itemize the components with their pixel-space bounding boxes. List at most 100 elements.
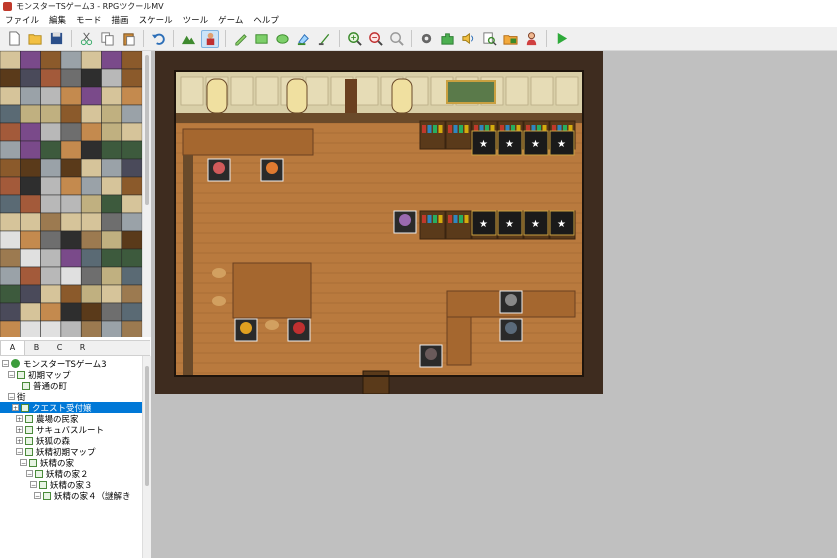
tileset-tile xyxy=(80,248,102,268)
tree-item-selected[interactable]: + クエスト受付嬢 xyxy=(0,402,142,414)
collapse-icon[interactable]: − xyxy=(30,481,37,489)
tree-item-map[interactable]: − 妖精の家２ xyxy=(0,468,142,480)
tree-item-project[interactable]: − モンスターTSゲーム3 xyxy=(0,358,142,370)
tree-scroll-thumb[interactable] xyxy=(145,366,149,486)
map-tiles[interactable]: ★ ★ ★ ★ ★ ★ ★ ★ xyxy=(155,51,603,395)
menu-edit[interactable]: 編集 xyxy=(44,14,71,26)
sound-icon[interactable] xyxy=(460,30,477,47)
tileset-tile xyxy=(0,212,21,232)
expand-icon[interactable]: + xyxy=(16,415,23,423)
tileset-tile xyxy=(121,140,142,160)
zoom-in-icon[interactable] xyxy=(346,30,363,47)
book xyxy=(448,215,452,223)
expand-icon[interactable]: + xyxy=(12,404,19,412)
collapse-icon[interactable]: − xyxy=(26,470,33,478)
tileset-tile xyxy=(80,51,102,70)
side-counter-leg xyxy=(446,316,472,366)
event-mode-icon[interactable] xyxy=(201,29,219,48)
tree-item-map[interactable]: 普通の町 xyxy=(0,380,142,392)
rectangle-icon[interactable] xyxy=(253,30,270,47)
cut-icon[interactable] xyxy=(78,30,95,47)
map-mode-icon[interactable] xyxy=(180,30,197,47)
book xyxy=(438,125,443,133)
menu-help[interactable]: ヘルプ xyxy=(248,14,284,26)
tileset-tile xyxy=(0,230,21,250)
character-icon[interactable] xyxy=(523,30,540,47)
collapse-icon[interactable]: − xyxy=(20,459,27,467)
undo-icon[interactable] xyxy=(150,30,167,47)
tileset-tile xyxy=(20,176,41,196)
book xyxy=(459,125,463,133)
tree-item-map[interactable]: + 農場の民家 xyxy=(0,413,142,425)
menu-file[interactable]: ファイル xyxy=(0,14,44,26)
database-icon[interactable] xyxy=(418,30,435,47)
tileset-tile xyxy=(40,68,62,88)
tileset-tile xyxy=(60,176,82,196)
ellipse-icon[interactable] xyxy=(274,30,291,47)
tree-item-map[interactable]: − 妖精の家４（謎解き xyxy=(0,490,142,502)
menu-scale[interactable]: スケール xyxy=(134,14,178,26)
tab-b[interactable]: B xyxy=(25,341,48,355)
collapse-icon[interactable]: − xyxy=(8,371,15,379)
shadow-pen-icon[interactable] xyxy=(316,30,333,47)
tree-item-map[interactable]: − 初期マップ xyxy=(0,369,142,381)
pencil-icon[interactable] xyxy=(232,30,249,47)
expand-icon[interactable]: + xyxy=(16,437,23,445)
menu-game[interactable]: ゲーム xyxy=(213,14,248,26)
new-icon[interactable] xyxy=(6,30,23,47)
tree-item-map[interactable]: − 妖精初期マップ xyxy=(0,446,142,458)
tileset-tile xyxy=(101,194,123,214)
tileset-tile xyxy=(80,284,102,304)
map-tree[interactable]: − モンスターTSゲーム3 − 初期マップ 普通の町 − 街 + クエスト受付嬢… xyxy=(0,356,142,558)
tileset-tile xyxy=(80,158,102,178)
tileset-grid[interactable] xyxy=(0,51,142,337)
save-icon[interactable] xyxy=(48,30,65,47)
zoom-actual-icon[interactable] xyxy=(388,30,405,47)
tab-c[interactable]: C xyxy=(48,341,71,355)
tree-item-map[interactable]: + 妖狐の森 xyxy=(0,435,142,447)
fill-icon[interactable] xyxy=(295,30,312,47)
expand-icon[interactable]: + xyxy=(16,426,23,434)
toolbar xyxy=(0,27,837,51)
tree-item-map[interactable]: + サキュバスルート xyxy=(0,424,142,436)
tileset-tile xyxy=(0,302,21,322)
menu-draw[interactable]: 描画 xyxy=(107,14,134,26)
menu-mode[interactable]: モード xyxy=(71,14,107,26)
tileset-palette[interactable] xyxy=(0,51,142,337)
tileset-scroll-thumb[interactable] xyxy=(145,55,149,205)
tileset-scrollbar[interactable] xyxy=(142,51,151,337)
tileset-tile xyxy=(121,266,142,286)
collapse-icon[interactable]: − xyxy=(2,360,9,368)
map-icon xyxy=(39,480,47,489)
wall-panel xyxy=(355,76,379,106)
paste-icon[interactable] xyxy=(120,30,137,47)
collapse-icon[interactable]: − xyxy=(16,448,23,456)
open-icon[interactable] xyxy=(27,30,44,47)
tree-item-map[interactable]: − 街 xyxy=(0,391,142,403)
zoom-out-icon[interactable] xyxy=(367,30,384,47)
stool xyxy=(212,296,226,306)
tree-scrollbar[interactable] xyxy=(142,356,151,558)
tab-a[interactable]: A xyxy=(0,341,25,355)
reception-counter xyxy=(182,128,314,156)
tree-item-map[interactable]: − 妖精の家 xyxy=(0,457,142,469)
copy-icon[interactable] xyxy=(99,30,116,47)
tileset-tile xyxy=(80,212,102,232)
event-search-icon[interactable] xyxy=(481,30,498,47)
star-glyph: ★ xyxy=(531,139,540,150)
toolbar-separator xyxy=(411,30,412,47)
tileset-tile xyxy=(40,194,62,214)
resource-icon[interactable] xyxy=(502,30,519,47)
tab-r[interactable]: R xyxy=(71,341,94,355)
book xyxy=(464,215,469,223)
map-canvas[interactable]: ★ ★ ★ ★ ★ ★ ★ ★ xyxy=(155,51,603,395)
playtest-icon[interactable] xyxy=(553,30,570,47)
tree-item-map[interactable]: − 妖精の家３ xyxy=(0,479,142,491)
character-sprite xyxy=(505,322,517,334)
collapse-icon[interactable]: − xyxy=(34,492,41,500)
menu-tools[interactable]: ツール xyxy=(178,14,214,26)
plugin-icon[interactable] xyxy=(439,30,456,47)
collapse-icon[interactable]: − xyxy=(8,393,15,401)
tileset-tile xyxy=(60,266,82,286)
tileset-tile xyxy=(60,68,82,88)
